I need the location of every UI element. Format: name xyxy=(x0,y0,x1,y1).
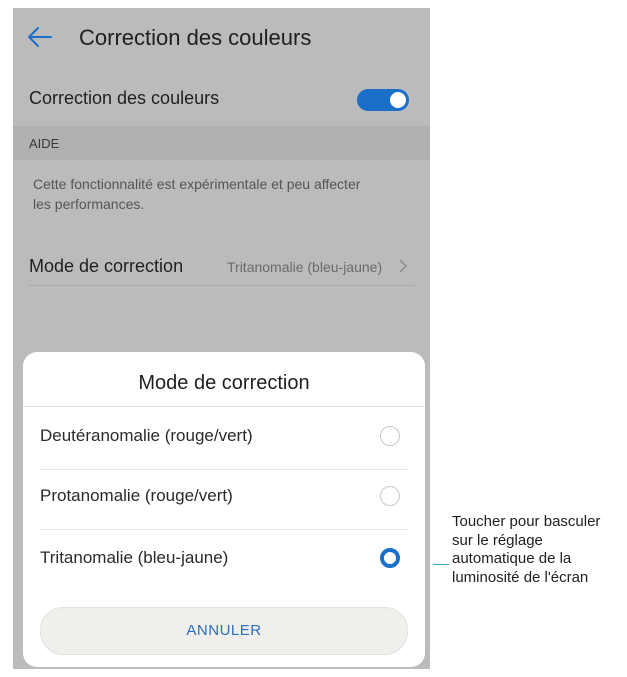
dialog-title: Mode de correction xyxy=(138,372,310,394)
divider xyxy=(29,285,415,286)
color-correction-toggle[interactable] xyxy=(357,89,409,111)
cancel-button[interactable]: ANNULER xyxy=(40,607,408,655)
option-label: Tritanomalie (bleu-jaune) xyxy=(40,548,229,567)
option-deuteranomaly[interactable]: Deutéranomalie (rouge/vert) xyxy=(23,407,425,465)
toggle-knob xyxy=(390,92,406,108)
option-label: Protanomalie (rouge/vert) xyxy=(40,486,233,505)
section-header-label: AIDE xyxy=(29,136,60,151)
app-bar: Correction des couleurs xyxy=(13,8,430,70)
correction-mode-dialog: Mode de correction Deutéranomalie (rouge… xyxy=(23,352,425,667)
radio-button[interactable] xyxy=(380,426,400,446)
correction-mode-label: Mode de correction xyxy=(29,256,184,276)
option-label: Deutéranomalie (rouge/vert) xyxy=(40,426,253,445)
color-correction-row[interactable]: Correction des couleurs xyxy=(13,70,430,126)
phone-screen: Correction des couleurs Correction des c… xyxy=(13,8,430,669)
radio-button[interactable] xyxy=(380,486,400,506)
page-title: Correction des couleurs xyxy=(79,25,312,50)
cancel-label: ANNULER xyxy=(186,622,262,639)
callout-text: Toucher pour basculer sur le réglage aut… xyxy=(452,513,601,586)
arrow-left-icon[interactable] xyxy=(27,26,53,48)
section-header: AIDE xyxy=(13,126,430,160)
callout-leader-line xyxy=(433,564,449,565)
option-tritanomaly[interactable]: Tritanomalie (bleu-jaune) xyxy=(23,529,425,587)
option-protanomaly[interactable]: Protanomalie (rouge/vert) xyxy=(23,467,425,525)
correction-mode-value: Tritanomalie (bleu-jaune) xyxy=(227,259,383,275)
radio-button-selected[interactable] xyxy=(380,548,400,568)
color-correction-label: Correction des couleurs xyxy=(29,88,220,108)
help-text: Cette fonctionnalité est expérimentale e… xyxy=(33,176,361,212)
chevron-right-icon xyxy=(399,259,408,273)
